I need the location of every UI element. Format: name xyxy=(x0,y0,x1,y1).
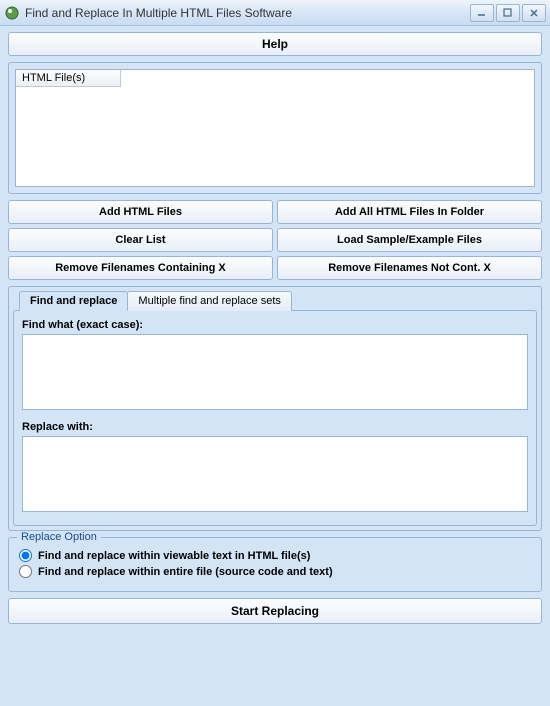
file-buttons-grid: Add HTML Files Add All HTML Files In Fol… xyxy=(8,200,542,280)
tabs-container: Find and replace Multiple find and repla… xyxy=(8,286,542,531)
file-list-header[interactable]: HTML File(s) xyxy=(16,70,121,87)
find-what-label: Find what (exact case): xyxy=(22,319,528,331)
replace-with-input[interactable] xyxy=(22,436,528,512)
file-list-frame: HTML File(s) xyxy=(8,62,542,194)
clear-list-button[interactable]: Clear List xyxy=(8,228,273,252)
replace-option-group: Replace Option Find and replace within v… xyxy=(8,537,542,592)
add-html-files-button[interactable]: Add HTML Files xyxy=(8,200,273,224)
add-all-html-files-button[interactable]: Add All HTML Files In Folder xyxy=(277,200,542,224)
radio-viewable-label: Find and replace within viewable text in… xyxy=(38,550,310,562)
remove-not-containing-button[interactable]: Remove Filenames Not Cont. X xyxy=(277,256,542,280)
radio-viewable-input[interactable] xyxy=(19,549,32,562)
replace-option-legend: Replace Option xyxy=(17,531,101,543)
find-what-input[interactable] xyxy=(22,334,528,410)
content-area: Help HTML File(s) Add HTML Files Add All… xyxy=(0,26,550,632)
find-replace-panel: Find what (exact case): Replace with: xyxy=(13,310,537,526)
titlebar: Find and Replace In Multiple HTML Files … xyxy=(0,0,550,26)
radio-entire-file[interactable]: Find and replace within entire file (sou… xyxy=(19,565,531,578)
replace-with-label: Replace with: xyxy=(22,421,528,433)
radio-entire-label: Find and replace within entire file (sou… xyxy=(38,566,333,578)
window-title: Find and Replace In Multiple HTML Files … xyxy=(25,6,468,20)
tab-multiple-sets[interactable]: Multiple find and replace sets xyxy=(127,291,291,311)
radio-entire-input[interactable] xyxy=(19,565,32,578)
start-replacing-button[interactable]: Start Replacing xyxy=(8,598,542,624)
remove-containing-button[interactable]: Remove Filenames Containing X xyxy=(8,256,273,280)
radio-viewable-text[interactable]: Find and replace within viewable text in… xyxy=(19,549,531,562)
minimize-button[interactable] xyxy=(470,4,494,22)
load-sample-button[interactable]: Load Sample/Example Files xyxy=(277,228,542,252)
close-button[interactable] xyxy=(522,4,546,22)
tab-find-replace[interactable]: Find and replace xyxy=(19,291,128,311)
maximize-button[interactable] xyxy=(496,4,520,22)
help-button[interactable]: Help xyxy=(8,32,542,56)
tabstrip: Find and replace Multiple find and repla… xyxy=(19,291,537,311)
app-icon xyxy=(4,5,20,21)
file-list[interactable]: HTML File(s) xyxy=(15,69,535,187)
